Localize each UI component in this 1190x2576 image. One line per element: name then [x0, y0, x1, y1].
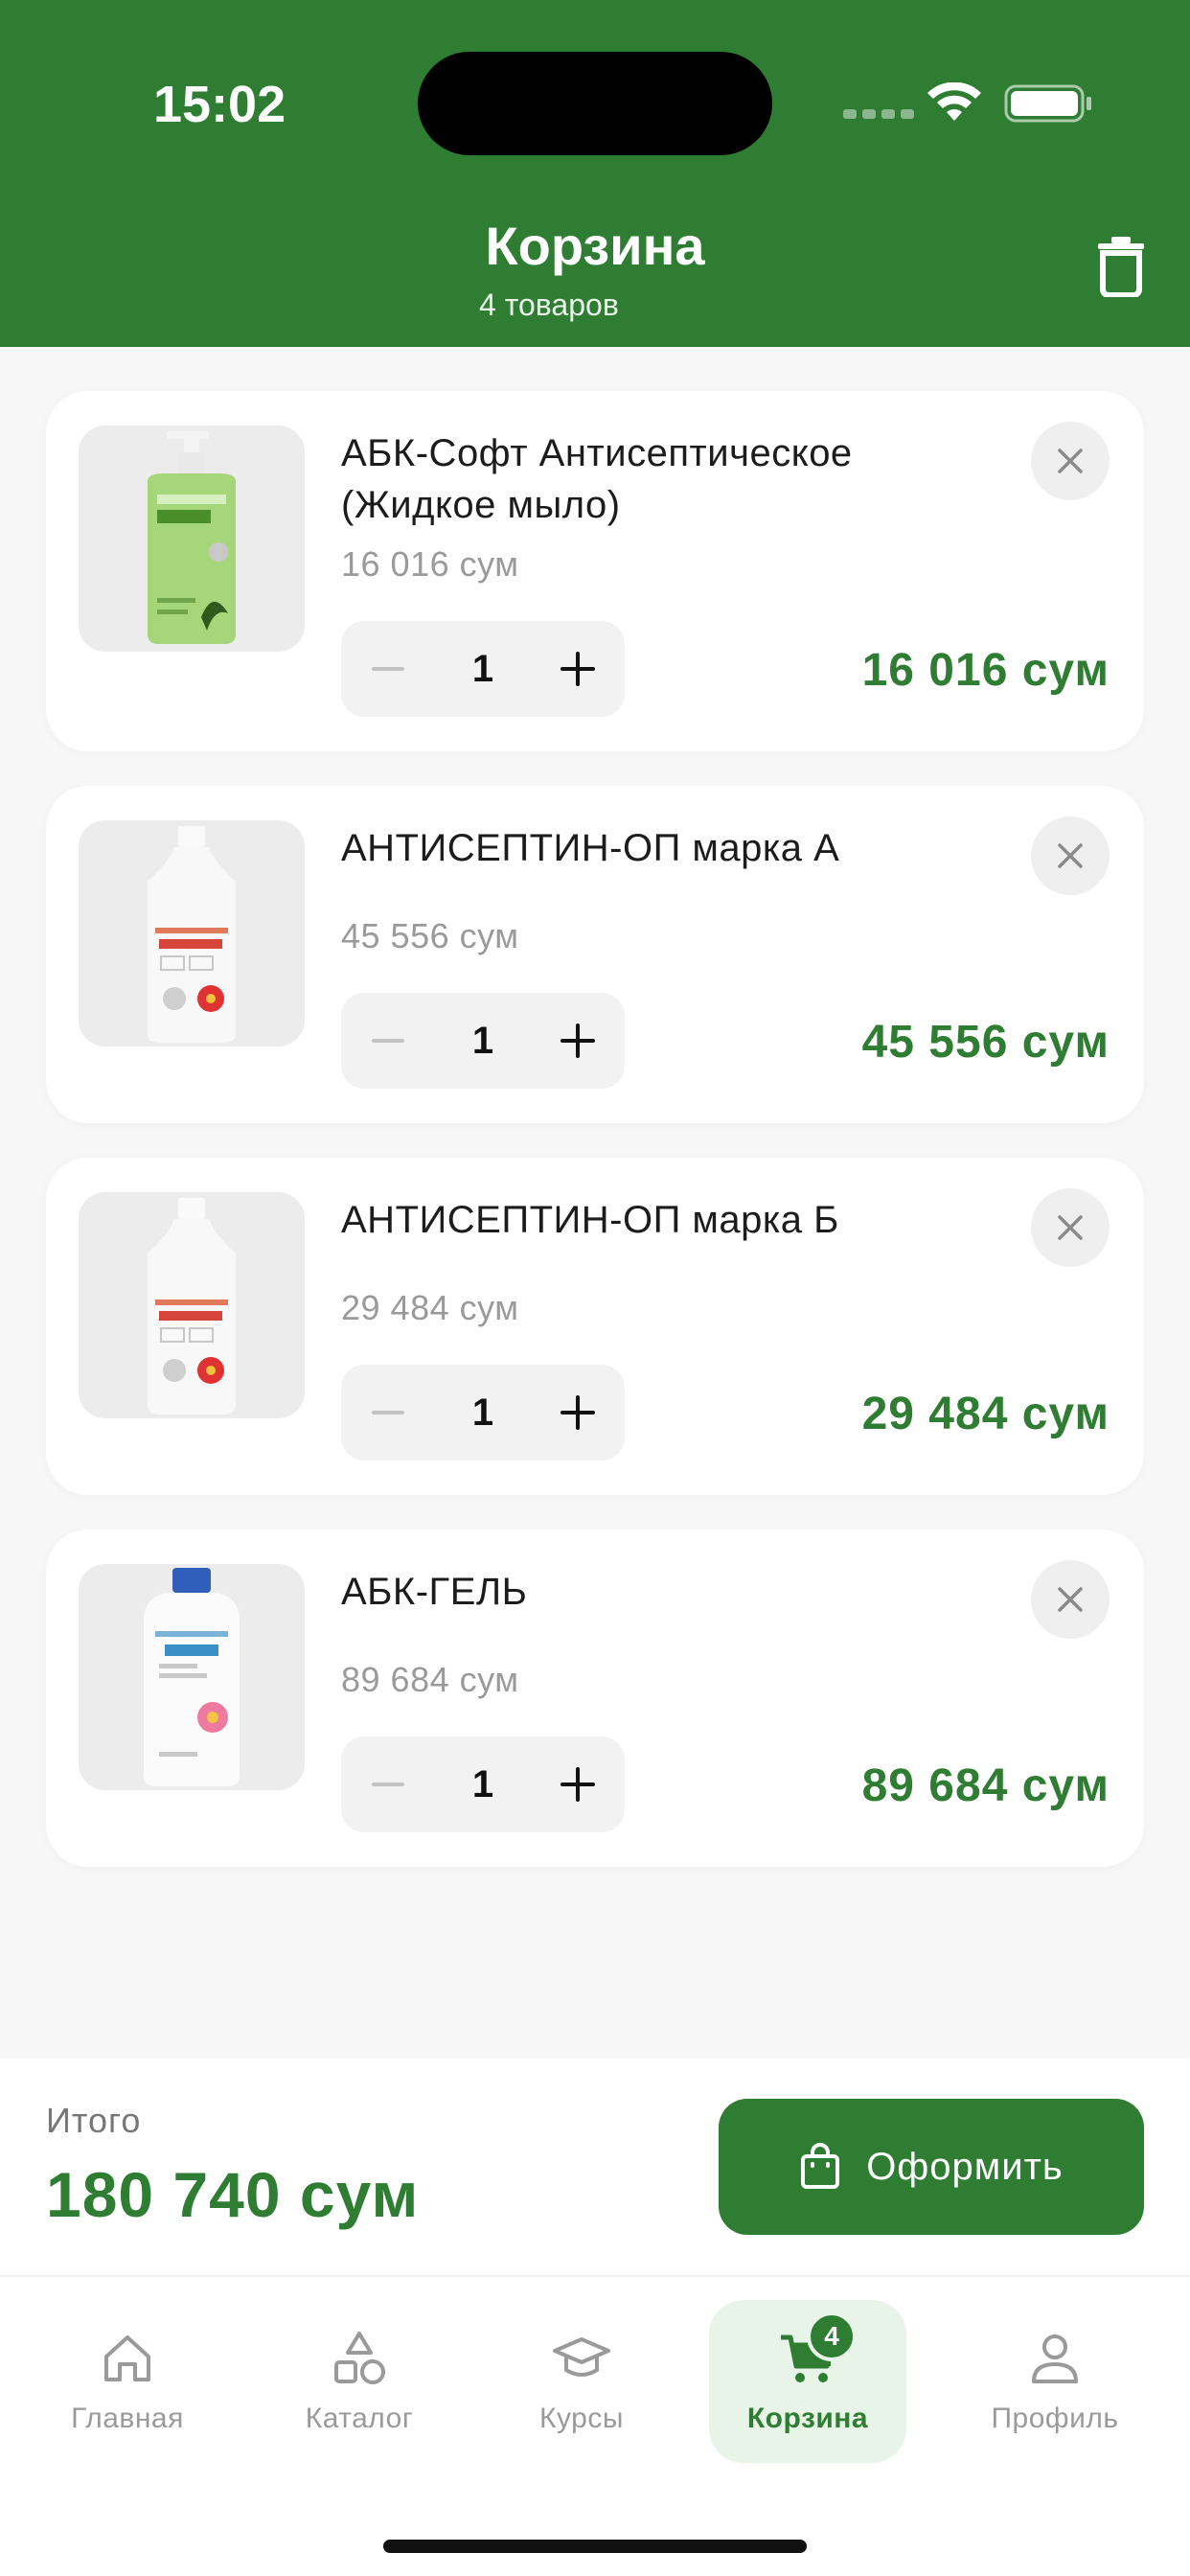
unit-price: 89 684 сум	[341, 1660, 519, 1699]
remove-item-button[interactable]	[1031, 1560, 1110, 1639]
status-time: 15:02	[153, 76, 286, 133]
unit-price: 16 016 сум	[341, 544, 519, 584]
remove-item-button[interactable]	[1031, 422, 1110, 500]
product-name: АБК-ГЕЛЬ	[341, 1571, 528, 1613]
tab-label: Корзина	[746, 2403, 869, 2434]
quantity-value: 1	[471, 1762, 494, 1806]
battery-icon	[1004, 84, 1091, 123]
cart-item: АНТИСЕПТИН-ОП марка Б 29 484 сум 1 29 48…	[46, 1158, 1144, 1495]
page-title: Корзина	[485, 216, 705, 276]
checkout-label: Оформить	[866, 2145, 1064, 2188]
close-icon	[1058, 448, 1083, 473]
item-total: 89 684 сум	[861, 1760, 1110, 1811]
tab-courses[interactable]: Курсы	[483, 2300, 680, 2463]
order-summary: Итого 180 740 сум Оформить	[0, 2058, 1190, 2275]
home-icon	[104, 2335, 150, 2381]
decrease-button[interactable]	[341, 621, 435, 717]
tab-label: Каталог	[305, 2403, 414, 2434]
shopping-bag-icon	[801, 2143, 840, 2189]
product-name: АНТИСЕПТИН-ОП марка Б	[341, 1199, 839, 1241]
quantity-value: 1	[471, 1391, 494, 1434]
increase-button[interactable]	[531, 1736, 625, 1832]
item-total: 16 016 сум	[861, 645, 1110, 696]
total-label: Итого	[46, 2101, 142, 2140]
close-icon	[1058, 1587, 1083, 1612]
item-total: 29 484 сум	[861, 1389, 1110, 1439]
tab-label: Курсы	[539, 2403, 624, 2434]
signal-icon	[843, 109, 914, 119]
dynamic-island	[418, 52, 772, 155]
item-count: 4 товаров	[479, 288, 619, 322]
tab-bar: Главная Каталог Курсы Корзина 4 Профиль	[0, 2275, 1190, 2576]
shapes-icon	[334, 2332, 385, 2384]
product-image	[79, 1564, 305, 1790]
remove-item-button[interactable]	[1031, 1188, 1110, 1267]
tab-home[interactable]: Главная	[29, 2300, 226, 2463]
checkout-button[interactable]: Оформить	[719, 2099, 1144, 2235]
decrease-button[interactable]	[341, 1736, 435, 1832]
tab-label: Профиль	[991, 2403, 1119, 2434]
close-icon	[1058, 843, 1083, 868]
wifi-icon	[927, 82, 981, 121]
quantity-stepper: 1	[341, 1736, 625, 1832]
graduation-cap-icon	[553, 2337, 610, 2377]
plus-icon	[561, 1767, 595, 1802]
total-value: 180 740 сум	[46, 2159, 420, 2230]
item-total: 45 556 сум	[861, 1017, 1110, 1068]
tab-label: Главная	[71, 2403, 184, 2434]
minus-icon	[372, 1411, 404, 1414]
minus-icon	[372, 1782, 404, 1786]
quantity-stepper: 1	[341, 993, 625, 1089]
quantity-value: 1	[471, 1019, 494, 1062]
plus-icon	[561, 1395, 595, 1430]
quantity-stepper: 1	[341, 621, 625, 717]
home-indicator[interactable]	[383, 2540, 807, 2553]
increase-button[interactable]	[531, 621, 625, 717]
product-image	[79, 820, 305, 1046]
person-icon	[1032, 2334, 1078, 2383]
header: 15:02 Корзина 4 товаров	[0, 0, 1190, 347]
cart-item: АБК-Софт Антисептическое (Жидкое мыло) 1…	[46, 391, 1144, 751]
close-icon	[1058, 1215, 1083, 1240]
remove-item-button[interactable]	[1031, 816, 1110, 895]
product-image	[79, 426, 305, 652]
tab-profile[interactable]: Профиль	[956, 2300, 1154, 2463]
decrease-button[interactable]	[341, 1365, 435, 1460]
product-image	[79, 1192, 305, 1418]
product-name: АНТИСЕПТИН-ОП марка А	[341, 827, 840, 869]
tab-catalog[interactable]: Каталог	[261, 2300, 458, 2463]
plus-icon	[561, 1024, 595, 1058]
trash-icon[interactable]	[1094, 236, 1148, 297]
tab-cart[interactable]: Корзина 4	[709, 2300, 906, 2463]
cart-item: АНТИСЕПТИН-ОП марка А 45 556 сум 1 45 55…	[46, 786, 1144, 1123]
unit-price: 29 484 сум	[341, 1288, 519, 1327]
quantity-value: 1	[471, 647, 494, 690]
quantity-stepper: 1	[341, 1365, 625, 1460]
decrease-button[interactable]	[341, 993, 435, 1089]
product-name: АБК-Софт Антисептическое (Жидкое мыло)	[341, 432, 853, 526]
unit-price: 45 556 сум	[341, 916, 519, 955]
minus-icon	[372, 667, 404, 671]
plus-icon	[561, 652, 595, 686]
increase-button[interactable]	[531, 1365, 625, 1460]
cart-item: АБК-ГЕЛЬ 89 684 сум 1 89 684 сум	[46, 1530, 1144, 1867]
cart-badge: 4	[807, 2312, 857, 2361]
minus-icon	[372, 1039, 404, 1043]
increase-button[interactable]	[531, 993, 625, 1089]
